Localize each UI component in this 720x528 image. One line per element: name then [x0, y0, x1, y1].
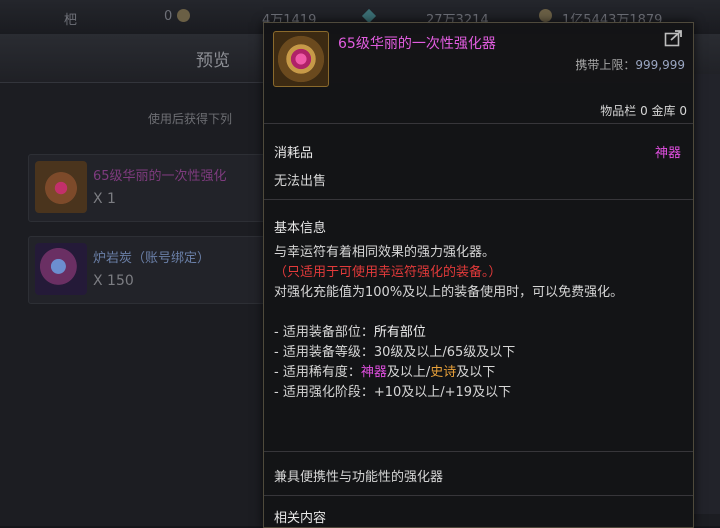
preview-item-charcoal[interactable]: 炉岩炭（账号绑定） X 150	[28, 236, 266, 304]
stat-parts: - 适用装备部位：所有部位	[274, 325, 426, 340]
carry-limit: 携带上限：999,999	[575, 58, 685, 72]
divider	[264, 123, 693, 124]
stat-rarity: - 适用稀有度：神器及以上/史诗及以下	[274, 365, 496, 380]
related-content-heading: 相关内容	[274, 511, 327, 526]
share-icon[interactable]	[664, 29, 684, 47]
charcoal-item-icon	[35, 243, 87, 295]
divider	[264, 495, 693, 496]
rarity-badge: 神器	[654, 146, 681, 161]
item-category: 消耗品	[274, 146, 314, 161]
preview-item-qty: X 1	[93, 191, 116, 207]
preview-item-name: 炉岩炭（账号绑定）	[93, 251, 211, 266]
preview-item-name: 65级华丽的一次性强化	[93, 169, 227, 184]
description-line: 对强化充能值为100%及以上的装备使用时，可以免费强化。	[274, 285, 624, 300]
currency-label: 杷	[64, 13, 78, 28]
side-panel	[694, 74, 720, 514]
preview-item-qty: X 150	[93, 273, 134, 289]
upgrader-icon	[273, 31, 329, 87]
upgrader-item-icon	[35, 161, 87, 213]
stat-level: - 适用装备等级：30级及以上/65级及以下	[274, 345, 516, 360]
currency-value-1: 0	[164, 9, 191, 24]
storage-count: 物品栏 0 金库 0	[600, 104, 687, 118]
description-line: 与幸运符有着相同效果的强力强化器。	[274, 245, 496, 260]
preview-item-upgrader[interactable]: 65级华丽的一次性强化 X 1	[28, 154, 266, 222]
divider	[264, 199, 693, 200]
divider	[264, 451, 693, 452]
item-tooltip: 65级华丽的一次性强化器 携带上限：999,999 物品栏 0 金库 0 消耗品…	[263, 22, 694, 528]
item-description: 与幸运符有着相同效果的强力强化器。 （只适用于可使用幸运符强化的装备。） 对强化…	[274, 243, 686, 403]
item-title: 65级华丽的一次性强化器	[338, 36, 496, 52]
stat-stage: - 适用强化阶段：+10及以上/+19及以下	[274, 385, 512, 400]
coin-icon	[177, 9, 191, 22]
basic-info-heading: 基本信息	[274, 221, 327, 236]
preview-description: 使用后获得下列	[148, 112, 233, 126]
preview-title: 预览	[196, 51, 230, 71]
item-summary: 兼具便携性与功能性的强化器	[274, 470, 444, 485]
description-note: （只适用于可使用幸运符强化的装备。）	[274, 265, 502, 280]
trade-restriction: 无法出售	[274, 174, 327, 189]
